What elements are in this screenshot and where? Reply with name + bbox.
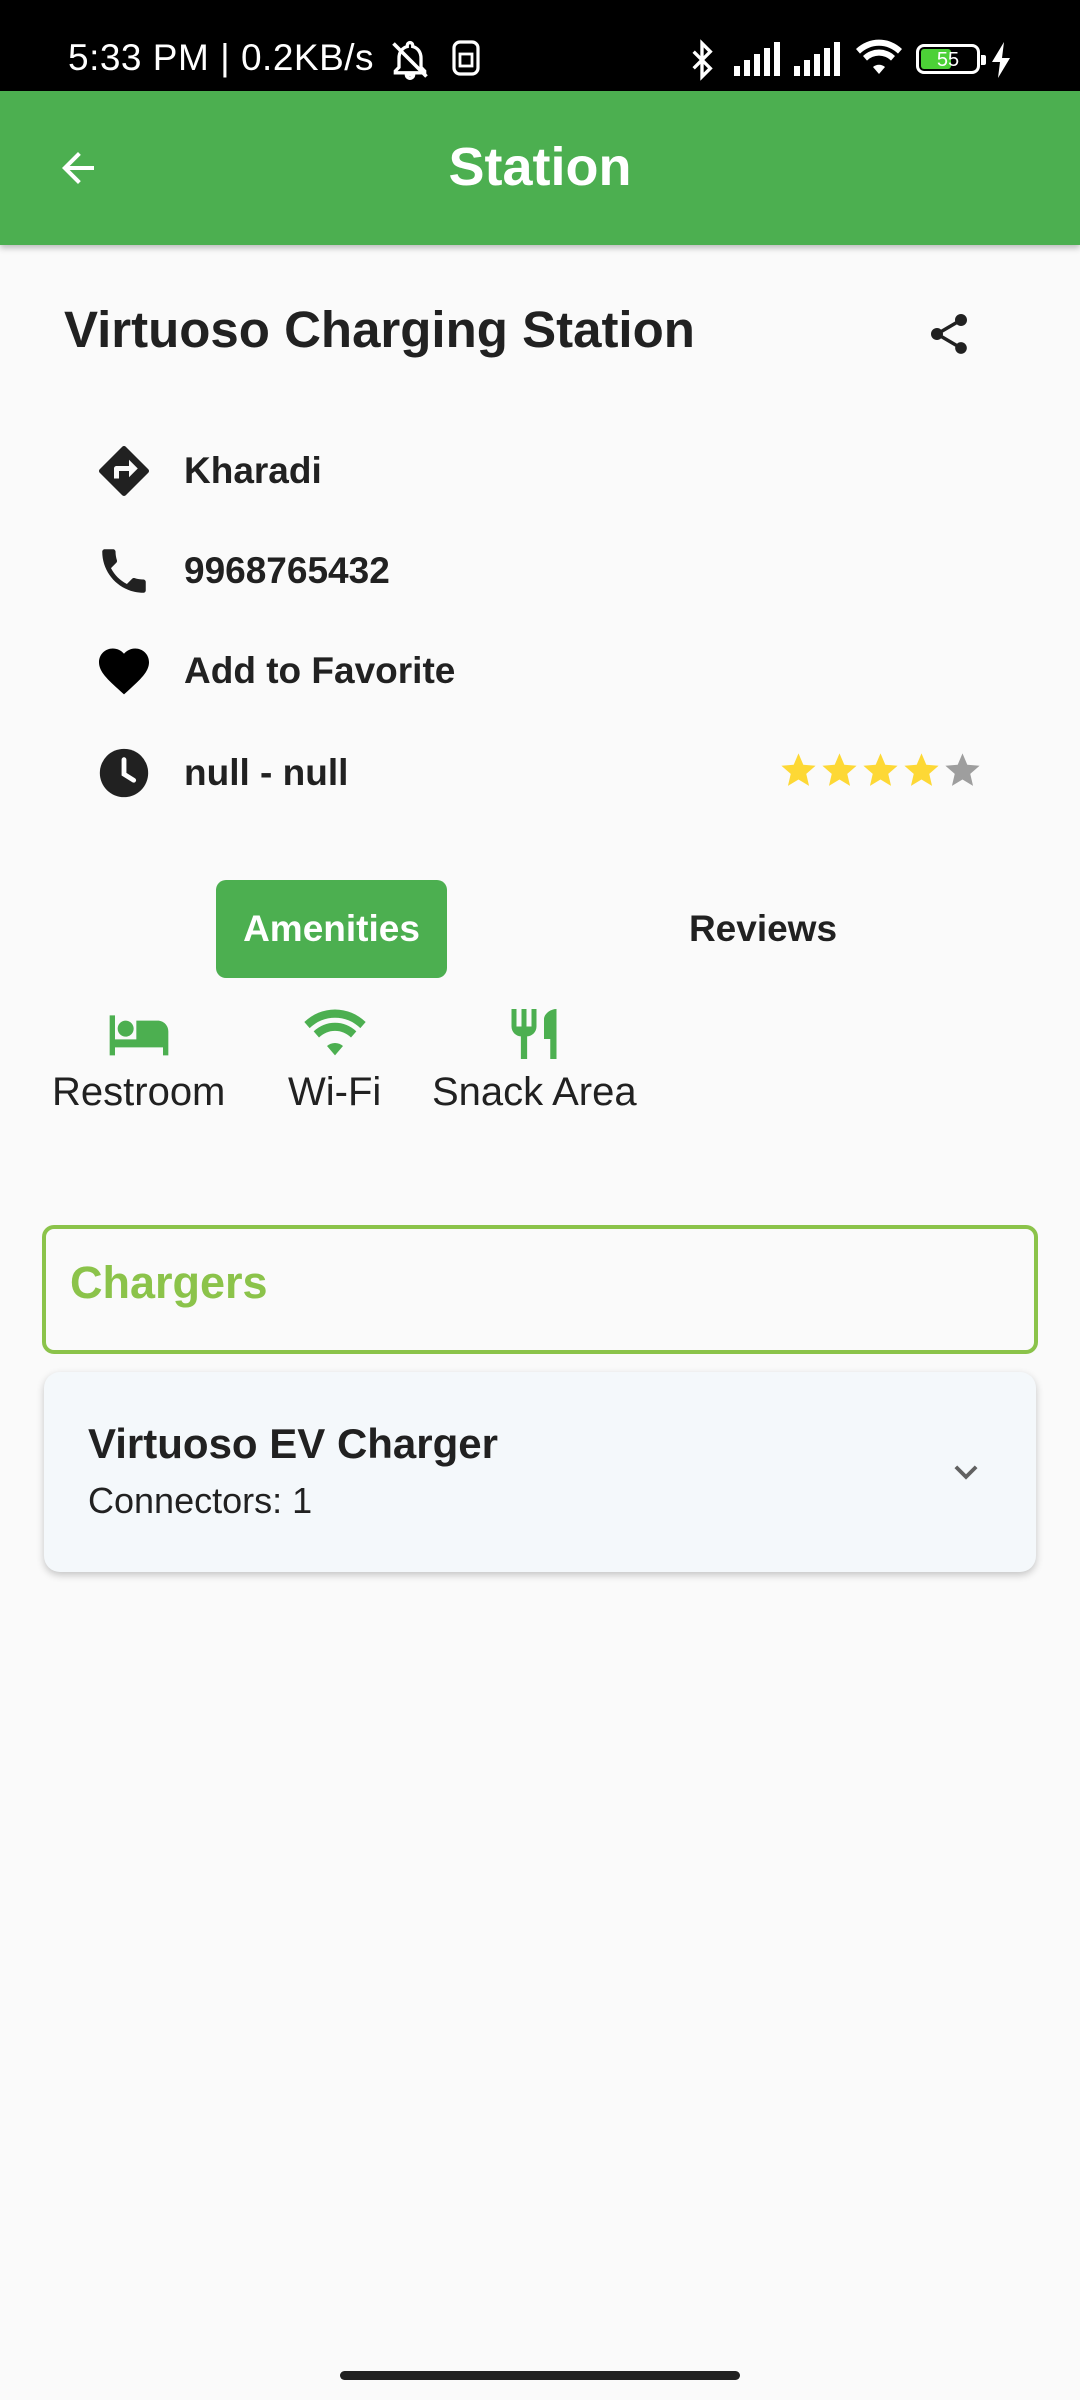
battery-icon: 55 <box>916 44 986 74</box>
restaurant-icon <box>502 1004 566 1064</box>
sim-icon <box>450 38 482 83</box>
share-icon[interactable] <box>918 303 980 365</box>
amenity-label: Snack Area <box>432 1070 637 1114</box>
chargers-label: Chargers <box>70 1257 268 1308</box>
star-empty-icon <box>945 753 980 786</box>
station-location: Kharadi <box>184 450 322 491</box>
app-bar: Station <box>0 91 1080 245</box>
charger-name: Virtuoso EV Charger <box>88 1420 498 1467</box>
wifi-icon <box>854 38 904 83</box>
favorite-row[interactable]: Add to Favorite <box>92 636 455 706</box>
clock-icon <box>92 741 156 805</box>
star-filled-icon <box>781 753 816 786</box>
charger-connectors: Connectors: 1 <box>88 1480 313 1521</box>
bed-icon <box>107 1004 171 1064</box>
hours-row: null - null <box>92 738 348 808</box>
chevron-down-icon[interactable] <box>936 1442 996 1502</box>
amenity-snack-area: Snack Area <box>432 1004 637 1115</box>
battery-percent: 55 <box>936 49 960 71</box>
phone-row[interactable]: 9968765432 <box>92 536 390 606</box>
wifi-icon <box>303 1004 367 1064</box>
charger-card[interactable]: Virtuoso EV Charger Connectors: 1 <box>44 1372 1036 1572</box>
signal-icon <box>792 38 842 83</box>
station-phone: 9968765432 <box>184 550 390 591</box>
star-filled-icon <box>863 753 898 786</box>
signal-icon <box>732 38 782 83</box>
heart-icon <box>92 639 156 703</box>
mute-bell-icon <box>388 38 432 87</box>
status-bar: 5:33 PM | 0.2KB/s 55 <box>0 0 1080 91</box>
tab-reviews[interactable]: Reviews <box>626 880 900 978</box>
charging-icon <box>990 42 1012 83</box>
star-filled-icon <box>904 753 939 786</box>
tab-amenities[interactable]: Amenities <box>216 880 447 978</box>
bluetooth-icon <box>682 38 722 87</box>
chargers-section-header: Chargers <box>42 1225 1038 1354</box>
amenity-label: Wi-Fi <box>288 1070 382 1114</box>
amenity-restroom: Restroom <box>52 1004 225 1115</box>
page-title: Station <box>448 137 632 197</box>
location-row[interactable]: Kharadi <box>92 436 322 506</box>
home-indicator[interactable] <box>340 2371 740 2380</box>
star-filled-icon <box>822 753 857 786</box>
status-time: 5:33 PM | 0.2KB/s <box>68 37 375 78</box>
station-name: Virtuoso Charging Station <box>64 301 695 358</box>
amenity-label: Restroom <box>52 1070 226 1114</box>
favorite-label: Add to Favorite <box>184 650 456 691</box>
amenity-wifi: Wi-Fi <box>288 1004 381 1115</box>
rating-stars <box>778 750 983 791</box>
station-hours: null - null <box>184 752 349 793</box>
directions-icon <box>92 439 156 503</box>
phone-icon <box>92 539 156 603</box>
